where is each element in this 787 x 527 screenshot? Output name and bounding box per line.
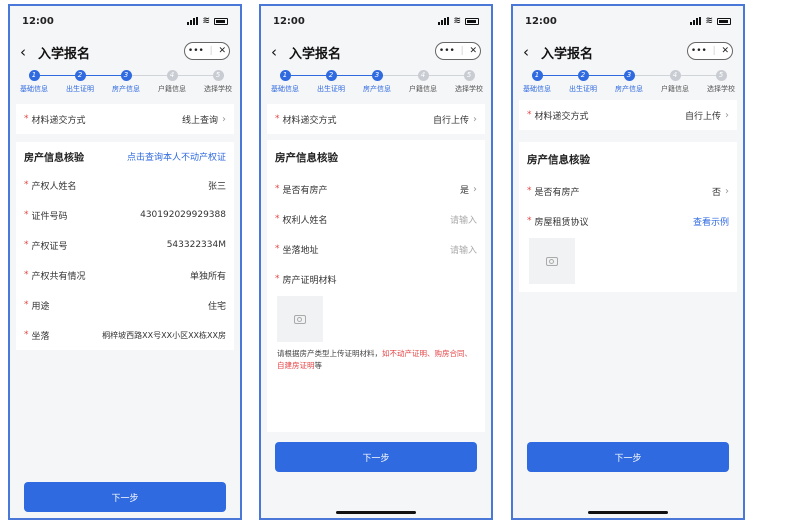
back-arrow-icon[interactable]: ‹ [523, 44, 529, 60]
nav-bar: ‹ 入学报名 ••• | ✕ [513, 36, 743, 68]
usage-row: * 用途 住宅 [24, 300, 226, 312]
step-2: 2 出生证明 [317, 70, 345, 93]
nav-bar: ‹ 入学报名 ••• | ✕ [261, 36, 491, 68]
section-title: 房产信息核验 [275, 151, 338, 164]
step-4: 4 户籍信息 [158, 70, 186, 93]
battery-icon [465, 17, 479, 25]
mini-program-capsule[interactable]: ••• | ✕ [435, 42, 481, 60]
chevron-right-icon: › [725, 109, 729, 121]
location-row: * 坐落 桐梓坡西路XX号XX小区XX栋XX房 [24, 330, 226, 342]
status-bar: 12:00 ≋ [10, 6, 240, 36]
id-number-row: * 证件号码 430192029929388 [24, 210, 226, 222]
back-arrow-icon[interactable]: ‹ [20, 44, 26, 60]
step-3: 3 房产信息 [112, 70, 140, 93]
more-icon[interactable]: ••• [188, 46, 204, 56]
property-verify-card: 房产信息核验 点击查询本人不动产权证 * 产权人姓名 张三 * 证件号码 4301920… [16, 142, 234, 350]
status-time: 12:00 [525, 15, 557, 27]
property-verify-card: 房产信息核验 * 是否有房产 否 › * 房屋租赁协议 查看示例 [519, 142, 737, 292]
address-row: * 坐落地址 请输入 [275, 243, 477, 256]
step-indicator: 1 基础信息 2 出生证明 3 房产信息 4 户籍信息 5 选择学校 [513, 68, 743, 98]
step-1: 1 基础信息 [20, 70, 48, 93]
material-method-row[interactable]: * 材料递交方式 线上查询 › [16, 104, 234, 134]
section-title: 房产信息核验 [527, 153, 590, 166]
status-bar: 12:00 ≋ [513, 6, 743, 36]
chevron-right-icon: › [725, 185, 729, 197]
step-indicator: 1 基础信息 2 出生证明 3 房产信息 4 户籍信息 5 选择学校 [261, 68, 491, 98]
step-1: 1 基础信息 [523, 70, 551, 93]
view-example-link[interactable]: 查看示例 [693, 215, 729, 228]
page-title: 入学报名 [541, 46, 594, 62]
wifi-icon: ≋ [202, 16, 210, 26]
chevron-right-icon: › [473, 183, 477, 195]
step-3: 3 房产信息 [363, 70, 391, 93]
step-2: 2 出生证明 [66, 70, 94, 93]
lease-agreement-row: * 房屋租赁协议 查看示例 [527, 215, 729, 228]
mini-program-capsule[interactable]: ••• | ✕ [687, 42, 733, 60]
step-1: 1 基础信息 [271, 70, 299, 93]
battery-icon [214, 17, 228, 25]
query-certificate-link[interactable]: 点击查询本人不动产权证 [127, 150, 226, 163]
has-house-row[interactable]: * 是否有房产 是 › [267, 174, 485, 204]
step-5: 5 选择学校 [455, 70, 483, 93]
battery-icon [717, 17, 731, 25]
has-house-row[interactable]: * 是否有房产 否 › [519, 176, 737, 206]
section-title: 房产信息核验 [24, 152, 84, 164]
step-5: 5 选择学校 [707, 70, 735, 93]
status-time: 12:00 [273, 15, 305, 27]
next-button[interactable]: 下一步 [527, 442, 729, 472]
signal-icon [690, 17, 702, 25]
next-button[interactable]: 下一步 [275, 442, 477, 472]
phone-screen-online-query: 12:00 ≋ ‹ 入学报名 ••• | ✕ 1 基础信息 2 出生证明 3 房产信息… [8, 4, 242, 520]
home-indicator [336, 511, 416, 514]
page-title: 入学报名 [38, 46, 91, 62]
step-2: 2 出生证明 [569, 70, 597, 93]
property-verify-card: 房产信息核验 * 是否有房产 是 › * 权利人姓名 请输入 * 坐落地址 请输入 *… [267, 140, 485, 432]
co-ownership-row: * 产权共有情况 单独所有 [24, 270, 226, 282]
material-method-card: * 材料递交方式 自行上传 › [519, 100, 737, 130]
close-icon[interactable]: ✕ [470, 46, 478, 56]
more-icon[interactable]: ••• [691, 46, 707, 56]
camera-icon [294, 314, 306, 324]
mini-program-capsule[interactable]: ••• | ✕ [184, 42, 230, 60]
step-4: 4 户籍信息 [661, 70, 689, 93]
close-icon[interactable]: ✕ [219, 46, 227, 56]
status-bar: 12:00 ≋ [261, 6, 491, 36]
certificate-material-row: * 房产证明材料 [275, 274, 337, 286]
material-method-row[interactable]: * 材料递交方式 自行上传 › [519, 100, 737, 130]
upload-hint: 请根据房产类型上传证明材料，如不动产证明、购房合同、自建房证明等 [277, 349, 472, 370]
camera-icon [546, 256, 558, 266]
material-method-card: * 材料递交方式 线上查询 › [16, 104, 234, 134]
chevron-right-icon: › [473, 113, 477, 125]
owner-name-row: * 权利人姓名 请输入 [275, 213, 477, 226]
step-4: 4 户籍信息 [409, 70, 437, 93]
material-method-card: * 材料递交方式 自行上传 › [267, 104, 485, 134]
step-3: 3 房产信息 [615, 70, 643, 93]
step-indicator: 1 基础信息 2 出生证明 3 房产信息 4 户籍信息 5 选择学校 [10, 68, 240, 98]
back-arrow-icon[interactable]: ‹ [271, 44, 277, 60]
material-method-row[interactable]: * 材料递交方式 自行上传 › [267, 104, 485, 134]
page-title: 入学报名 [289, 46, 342, 62]
phone-screen-has-house: 12:00 ≋ ‹ 入学报名 ••• | ✕ 1 基础信息 2 出生证明 3 房产信息… [259, 4, 493, 520]
upload-photo-box[interactable] [529, 238, 575, 284]
phone-screen-no-house: 12:00 ≋ ‹ 入学报名 ••• | ✕ 1 基础信息 2 出生证明 3 房产信息… [511, 4, 745, 520]
address-input[interactable]: 请输入 [450, 243, 477, 256]
upload-photo-box[interactable] [277, 296, 323, 342]
signal-icon [187, 17, 199, 25]
wifi-icon: ≋ [453, 16, 461, 26]
close-icon[interactable]: ✕ [722, 46, 730, 56]
owner-name-input[interactable]: 请输入 [450, 213, 477, 226]
owner-name-row: * 产权人姓名 张三 [24, 180, 226, 192]
more-icon[interactable]: ••• [439, 46, 455, 56]
nav-bar: ‹ 入学报名 ••• | ✕ [10, 36, 240, 68]
next-button[interactable]: 下一步 [24, 482, 226, 512]
home-indicator [588, 511, 668, 514]
certificate-number-row: * 产权证号 543322334M [24, 240, 226, 252]
step-5: 5 选择学校 [204, 70, 232, 93]
chevron-right-icon: › [222, 113, 226, 125]
signal-icon [438, 17, 450, 25]
wifi-icon: ≋ [705, 16, 713, 26]
status-time: 12:00 [22, 15, 54, 27]
